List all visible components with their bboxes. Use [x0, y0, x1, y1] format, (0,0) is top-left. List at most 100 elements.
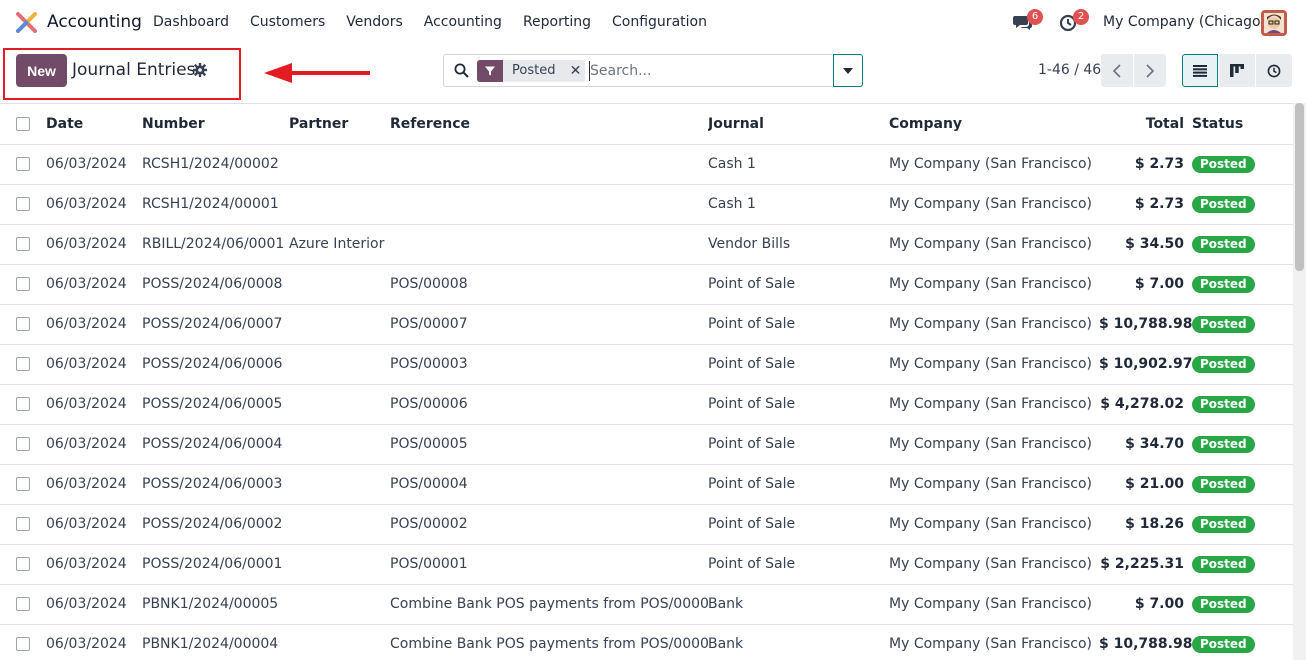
menu-customers[interactable]: Customers [250, 14, 325, 30]
partner-cell [289, 424, 390, 465]
vertical-scrollbar[interactable] [1293, 103, 1306, 660]
column-date[interactable]: Date [46, 104, 142, 145]
status-cell: Posted [1192, 264, 1284, 305]
column-journal[interactable]: Journal [708, 104, 889, 145]
journal-cell: Bank [708, 624, 889, 660]
journal-entries-table: Date Number Partner Reference Journal Co… [0, 104, 1293, 660]
total-cell: $ 2,225.31 [1099, 544, 1192, 585]
table-row[interactable]: 06/03/2024 POSS/2024/06/0008 POS/00008 Poin… [0, 264, 1293, 305]
number-cell: POSS/2024/06/0002 [142, 504, 289, 545]
kanban-view-button[interactable] [1219, 54, 1255, 87]
row-spacer [1284, 504, 1293, 545]
reference-cell: POS/00008 [390, 264, 708, 305]
new-button[interactable]: New [16, 54, 67, 87]
partner-cell [289, 304, 390, 345]
row-checkbox[interactable] [0, 424, 46, 465]
messages-button[interactable]: 6 [1013, 9, 1043, 33]
column-company[interactable]: Company [889, 104, 1099, 145]
user-avatar[interactable] [1261, 10, 1287, 36]
column-status[interactable]: Status [1192, 104, 1284, 145]
total-cell: $ 34.50 [1099, 224, 1192, 265]
number-cell: PBNK1/2024/00004 [142, 624, 289, 660]
date-cell: 06/03/2024 [46, 264, 142, 305]
row-checkbox[interactable] [0, 304, 46, 345]
journal-cell: Point of Sale [708, 344, 889, 385]
row-spacer [1284, 544, 1293, 585]
menu-configuration[interactable]: Configuration [612, 14, 707, 30]
table-row[interactable]: 06/03/2024 POSS/2024/06/0003 POS/00004 Poin… [0, 464, 1293, 505]
total-cell: $ 4,278.02 [1099, 384, 1192, 425]
status-badge: Posted [1192, 195, 1255, 213]
gear-icon[interactable] [193, 63, 207, 77]
table-row[interactable]: 06/03/2024 POSS/2024/06/0002 POS/00002 Poin… [0, 504, 1293, 545]
number-cell: POSS/2024/06/0004 [142, 424, 289, 465]
main-menu: Dashboard Customers Vendors Accounting R… [153, 14, 728, 30]
select-all-checkbox[interactable] [0, 104, 46, 145]
table-row[interactable]: 06/03/2024 RCSH1/2024/00002 Cash 1 My Compa… [0, 144, 1293, 185]
column-total[interactable]: Total [1099, 104, 1192, 145]
company-cell: My Company (San Francisco) [889, 624, 1099, 660]
reference-cell: POS/00007 [390, 304, 708, 345]
scrollbar-thumb[interactable] [1295, 103, 1304, 271]
row-checkbox[interactable] [0, 224, 46, 265]
total-cell: $ 10,788.98 [1099, 624, 1192, 660]
menu-reporting[interactable]: Reporting [523, 14, 591, 30]
column-reference[interactable]: Reference [390, 104, 708, 145]
journal-cell: Bank [708, 584, 889, 625]
activity-view-button[interactable] [1256, 54, 1292, 87]
pager-previous-button[interactable] [1101, 54, 1133, 87]
company-cell: My Company (San Francisco) [889, 584, 1099, 625]
row-checkbox[interactable] [0, 264, 46, 305]
menu-vendors[interactable]: Vendors [346, 14, 402, 30]
total-cell: $ 21.00 [1099, 464, 1192, 505]
list-view-button[interactable] [1182, 54, 1218, 87]
row-checkbox[interactable] [0, 544, 46, 585]
row-checkbox[interactable] [0, 464, 46, 505]
table-row[interactable]: 06/03/2024 PBNK1/2024/00005 Combine Bank P… [0, 584, 1293, 625]
row-checkbox[interactable] [0, 504, 46, 545]
search-bar[interactable]: Posted ✕ [443, 54, 834, 87]
search-options-toggle[interactable] [833, 54, 863, 87]
total-cell: $ 34.70 [1099, 424, 1192, 465]
menu-accounting[interactable]: Accounting [424, 14, 502, 30]
menu-dashboard[interactable]: Dashboard [153, 14, 229, 30]
pager-value[interactable]: 1-46 / 46 [1038, 62, 1101, 78]
row-checkbox[interactable] [0, 584, 46, 625]
company-switcher[interactable]: My Company (Chicago) [1103, 14, 1266, 30]
column-number[interactable]: Number [142, 104, 289, 145]
row-checkbox[interactable] [0, 384, 46, 425]
reference-cell: POS/00005 [390, 424, 708, 465]
status-cell: Posted [1192, 424, 1284, 465]
reference-cell: POS/00002 [390, 504, 708, 545]
row-checkbox[interactable] [0, 144, 46, 185]
search-input[interactable] [589, 61, 819, 81]
row-spacer [1284, 184, 1293, 225]
optional-columns-toggle[interactable] [1284, 104, 1293, 145]
app-name[interactable]: Accounting [47, 12, 142, 32]
table-row[interactable]: 06/03/2024 POSS/2024/06/0005 POS/00006 Poin… [0, 384, 1293, 425]
total-cell: $ 18.26 [1099, 504, 1192, 545]
journal-cell: Point of Sale [708, 544, 889, 585]
pager-next-button[interactable] [1134, 54, 1166, 87]
column-partner[interactable]: Partner [289, 104, 390, 145]
facet-remove-icon[interactable]: ✕ [565, 60, 585, 82]
row-checkbox[interactable] [0, 344, 46, 385]
accounting-app-icon[interactable] [16, 12, 37, 33]
table-row[interactable]: 06/03/2024 POSS/2024/06/0007 POS/00007 Poin… [0, 304, 1293, 345]
table-row[interactable]: 06/03/2024 PBNK1/2024/00004 Combine Bank P… [0, 624, 1293, 660]
avatar-icon [1261, 10, 1287, 36]
table-row[interactable]: 06/03/2024 POSS/2024/06/0004 POS/00005 Poin… [0, 424, 1293, 465]
table-row[interactable]: 06/03/2024 POSS/2024/06/0006 POS/00003 Poin… [0, 344, 1293, 385]
reference-cell: Combine Bank POS payments from POS/00007 [390, 624, 708, 660]
row-spacer [1284, 344, 1293, 385]
row-checkbox[interactable] [0, 184, 46, 225]
table-row[interactable]: 06/03/2024 POSS/2024/06/0001 POS/00001 Poin… [0, 544, 1293, 585]
table-row[interactable]: 06/03/2024 RBILL/2024/06/0001 Azure Interi… [0, 224, 1293, 265]
partner-cell [289, 384, 390, 425]
status-cell: Posted [1192, 184, 1284, 225]
row-spacer [1284, 584, 1293, 625]
row-checkbox[interactable] [0, 624, 46, 660]
table-row[interactable]: 06/03/2024 RCSH1/2024/00001 Cash 1 My Compa… [0, 184, 1293, 225]
journal-cell: Cash 1 [708, 184, 889, 225]
activities-button[interactable]: 2 [1059, 9, 1089, 33]
